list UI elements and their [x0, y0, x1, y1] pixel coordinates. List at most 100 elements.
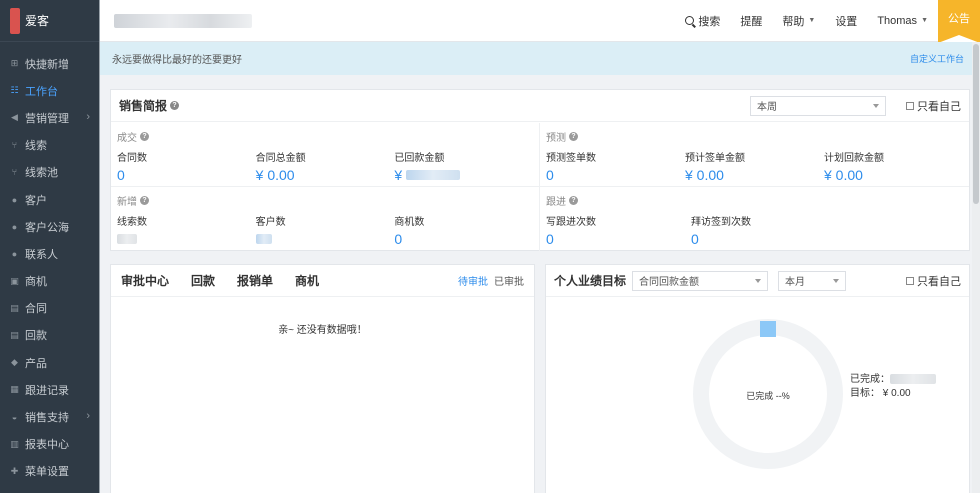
top-bar: 搜索 提醒 帮助 ▼ 设置 Thomas ▼ 公告	[100, 0, 980, 43]
chevron-down-icon	[833, 278, 840, 283]
notice-tab[interactable]: 公告	[938, 0, 980, 43]
sidebar-item-1[interactable]: ☷ 工作台	[0, 77, 99, 104]
redacted-amount	[890, 374, 936, 385]
user-menu[interactable]: Thomas ▼	[867, 15, 938, 27]
sidebar-item-label: 合同	[25, 303, 47, 316]
customers-count-label: 客户数	[255, 217, 286, 228]
chevron-down-icon	[873, 103, 879, 108]
help-icon[interactable]: ?	[140, 196, 149, 205]
sidebar-item-6[interactable]: ● 客户公海	[0, 213, 99, 240]
help-icon[interactable]: ?	[170, 101, 180, 110]
sidebar-item-label: 营销管理	[25, 112, 69, 125]
followup-section: 跟进? 写跟进次数 0 拜访签到次数 0	[540, 187, 969, 251]
bar-chart-icon: ▥	[10, 438, 19, 449]
planned-payment-label: 计划回款金额	[824, 153, 884, 164]
chevron-down-icon: ▼	[921, 17, 928, 24]
redacted-count	[255, 234, 272, 244]
plus-square-icon: ⊞	[10, 58, 19, 69]
added-section: 新增? 线索数 客户数 商机数 0	[111, 187, 540, 251]
leads-count-value[interactable]	[117, 231, 256, 247]
goal-progress-text: 已完成 --%	[746, 391, 790, 401]
tab-payment[interactable]: 回款	[191, 272, 215, 289]
sidebar-item-15[interactable]: ✚ 菜单设置	[0, 458, 99, 485]
help-icon[interactable]: ?	[569, 196, 578, 205]
sidebar-item-10[interactable]: ▤ 回款	[0, 322, 99, 349]
notebook-icon: ▦	[10, 384, 19, 395]
sales-summary-title: 销售简报 ?	[119, 97, 180, 114]
goal-period-select[interactable]: 本月	[778, 270, 847, 291]
sidebar-item-label: 菜单设置	[25, 466, 69, 479]
document-icon: ▤	[10, 329, 19, 340]
sidebar-item-5[interactable]: ● 客户	[0, 186, 99, 213]
sidebar-item-label: 工作台	[25, 85, 58, 98]
sidebar-item-2[interactable]: ◀ 营销管理 ›	[0, 104, 99, 131]
customize-workspace-link[interactable]: 自定义工作台	[910, 52, 964, 65]
scrollbar-thumb[interactable]	[973, 44, 979, 204]
tab-approval-center[interactable]: 审批中心	[121, 272, 169, 289]
goal-only-me-checkbox[interactable]: 只看自己	[906, 273, 961, 289]
help-menu[interactable]: 帮助 ▼	[772, 13, 825, 29]
logo-mark-icon	[10, 7, 20, 34]
search-link[interactable]: 搜索	[675, 13, 730, 29]
contracts-value[interactable]: 0	[117, 167, 256, 183]
contract-total-value[interactable]: ¥ 0.00	[256, 167, 395, 183]
visit-checkins-value[interactable]: 0	[691, 231, 836, 247]
leads-count-label: 线索数	[117, 217, 147, 228]
pending-filter[interactable]: 待审批	[458, 273, 488, 288]
chevron-down-icon	[755, 278, 762, 283]
sidebar-item-label: 跟进记录	[25, 384, 69, 397]
sidebar-item-3[interactable]: ⑂ 线索	[0, 132, 99, 159]
goal-metric-value: 合同回款金额	[639, 277, 700, 288]
sidebar: 爱客 ⊞ 快捷新增 ☷ 工作台 ◀ 营销管理 › ⑂ 线索 ⑂ 线索池 ● 客户 ● 客户公海 ● 联系人 ▣ 商机…	[0, 0, 100, 493]
sidebar-item-9[interactable]: ▤ 合同	[0, 295, 99, 322]
opportunities-count-value[interactable]: 0	[394, 231, 533, 247]
sidebar-item-label: 客户公海	[25, 221, 69, 234]
sidebar-item-12[interactable]: ▦ 跟进记录	[0, 376, 99, 403]
sidebar-item-4[interactable]: ⑂ 线索池	[0, 159, 99, 186]
sidebar-item-label: 线索池	[25, 167, 58, 180]
help-icon[interactable]: ?	[569, 132, 578, 141]
page-scrollbar[interactable]	[972, 42, 980, 493]
sidebar-item-14[interactable]: ▥ 报表中心	[0, 431, 99, 458]
sidebar-nav: ⊞ 快捷新增 ☷ 工作台 ◀ 营销管理 › ⑂ 线索 ⑂ 线索池 ● 客户 ● 客户公海 ● 联系人 ▣ 商机 ▤ 合同…	[0, 42, 99, 485]
sidebar-item-label: 产品	[25, 357, 47, 370]
app-logo[interactable]: 爱客	[0, 0, 99, 42]
settings-link[interactable]: 设置	[825, 13, 867, 29]
period-select-value: 本周	[757, 102, 777, 113]
completed-label: 已完成：	[850, 374, 890, 385]
support-icon: ◒	[11, 412, 18, 423]
goal-only-me-label: 只看自己	[917, 275, 961, 288]
goal-target: 目标： ¥ 0.00	[850, 388, 911, 399]
empty-message: 亲~ 还没有数据哦！	[278, 325, 367, 336]
sidebar-item-7[interactable]: ● 联系人	[0, 240, 99, 267]
customers-count-value[interactable]	[255, 231, 395, 247]
contract-total-label: 合同总金额	[255, 153, 306, 164]
sidebar-item-11[interactable]: ◆ 产品	[0, 349, 99, 376]
approved-filter[interactable]: 已审批	[494, 273, 524, 288]
received-currency: ¥	[394, 167, 403, 183]
user-name: Thomas	[877, 14, 918, 27]
remind-link[interactable]: 提醒	[730, 13, 772, 29]
expected-deals-value[interactable]: 0	[546, 167, 685, 183]
goal-period-value: 本月	[785, 277, 806, 288]
period-select[interactable]: 本周	[750, 95, 886, 116]
only-me-checkbox[interactable]: 只看自己	[906, 98, 961, 114]
followup-notes-value[interactable]: 0	[546, 231, 691, 247]
chevron-right-icon: ›	[86, 410, 90, 423]
sidebar-item-13[interactable]: ◒ 销售支持 ›	[0, 403, 99, 430]
personal-goal-panel: 个人业绩目标 合同回款金额 本月 只看自己 已完成 --% 已完成： 目标： ¥…	[545, 264, 970, 493]
goal-metric-select[interactable]: 合同回款金额	[632, 270, 769, 291]
received-value[interactable]: ¥	[394, 167, 533, 183]
sales-summary-panel: 销售简报 ? 本周 只看自己 成交? 合同数 0 合同总金额 ¥ 0.00 已回款金…	[110, 89, 970, 251]
sidebar-item-0[interactable]: ⊞ 快捷新增	[0, 50, 99, 77]
sidebar-item-8[interactable]: ▣ 商机	[0, 268, 99, 295]
dashboard-icon: ☷	[10, 85, 19, 96]
tab-opportunity[interactable]: 商机	[295, 272, 319, 289]
chevron-right-icon: ›	[86, 111, 90, 124]
planned-payment-value[interactable]: ¥ 0.00	[824, 167, 963, 183]
help-icon[interactable]: ?	[140, 132, 149, 141]
tab-expense[interactable]: 报销单	[237, 272, 273, 289]
expected-amount-value[interactable]: ¥ 0.00	[685, 167, 824, 183]
cube-icon: ◆	[11, 357, 18, 368]
sidebar-item-label: 线索	[25, 140, 47, 153]
